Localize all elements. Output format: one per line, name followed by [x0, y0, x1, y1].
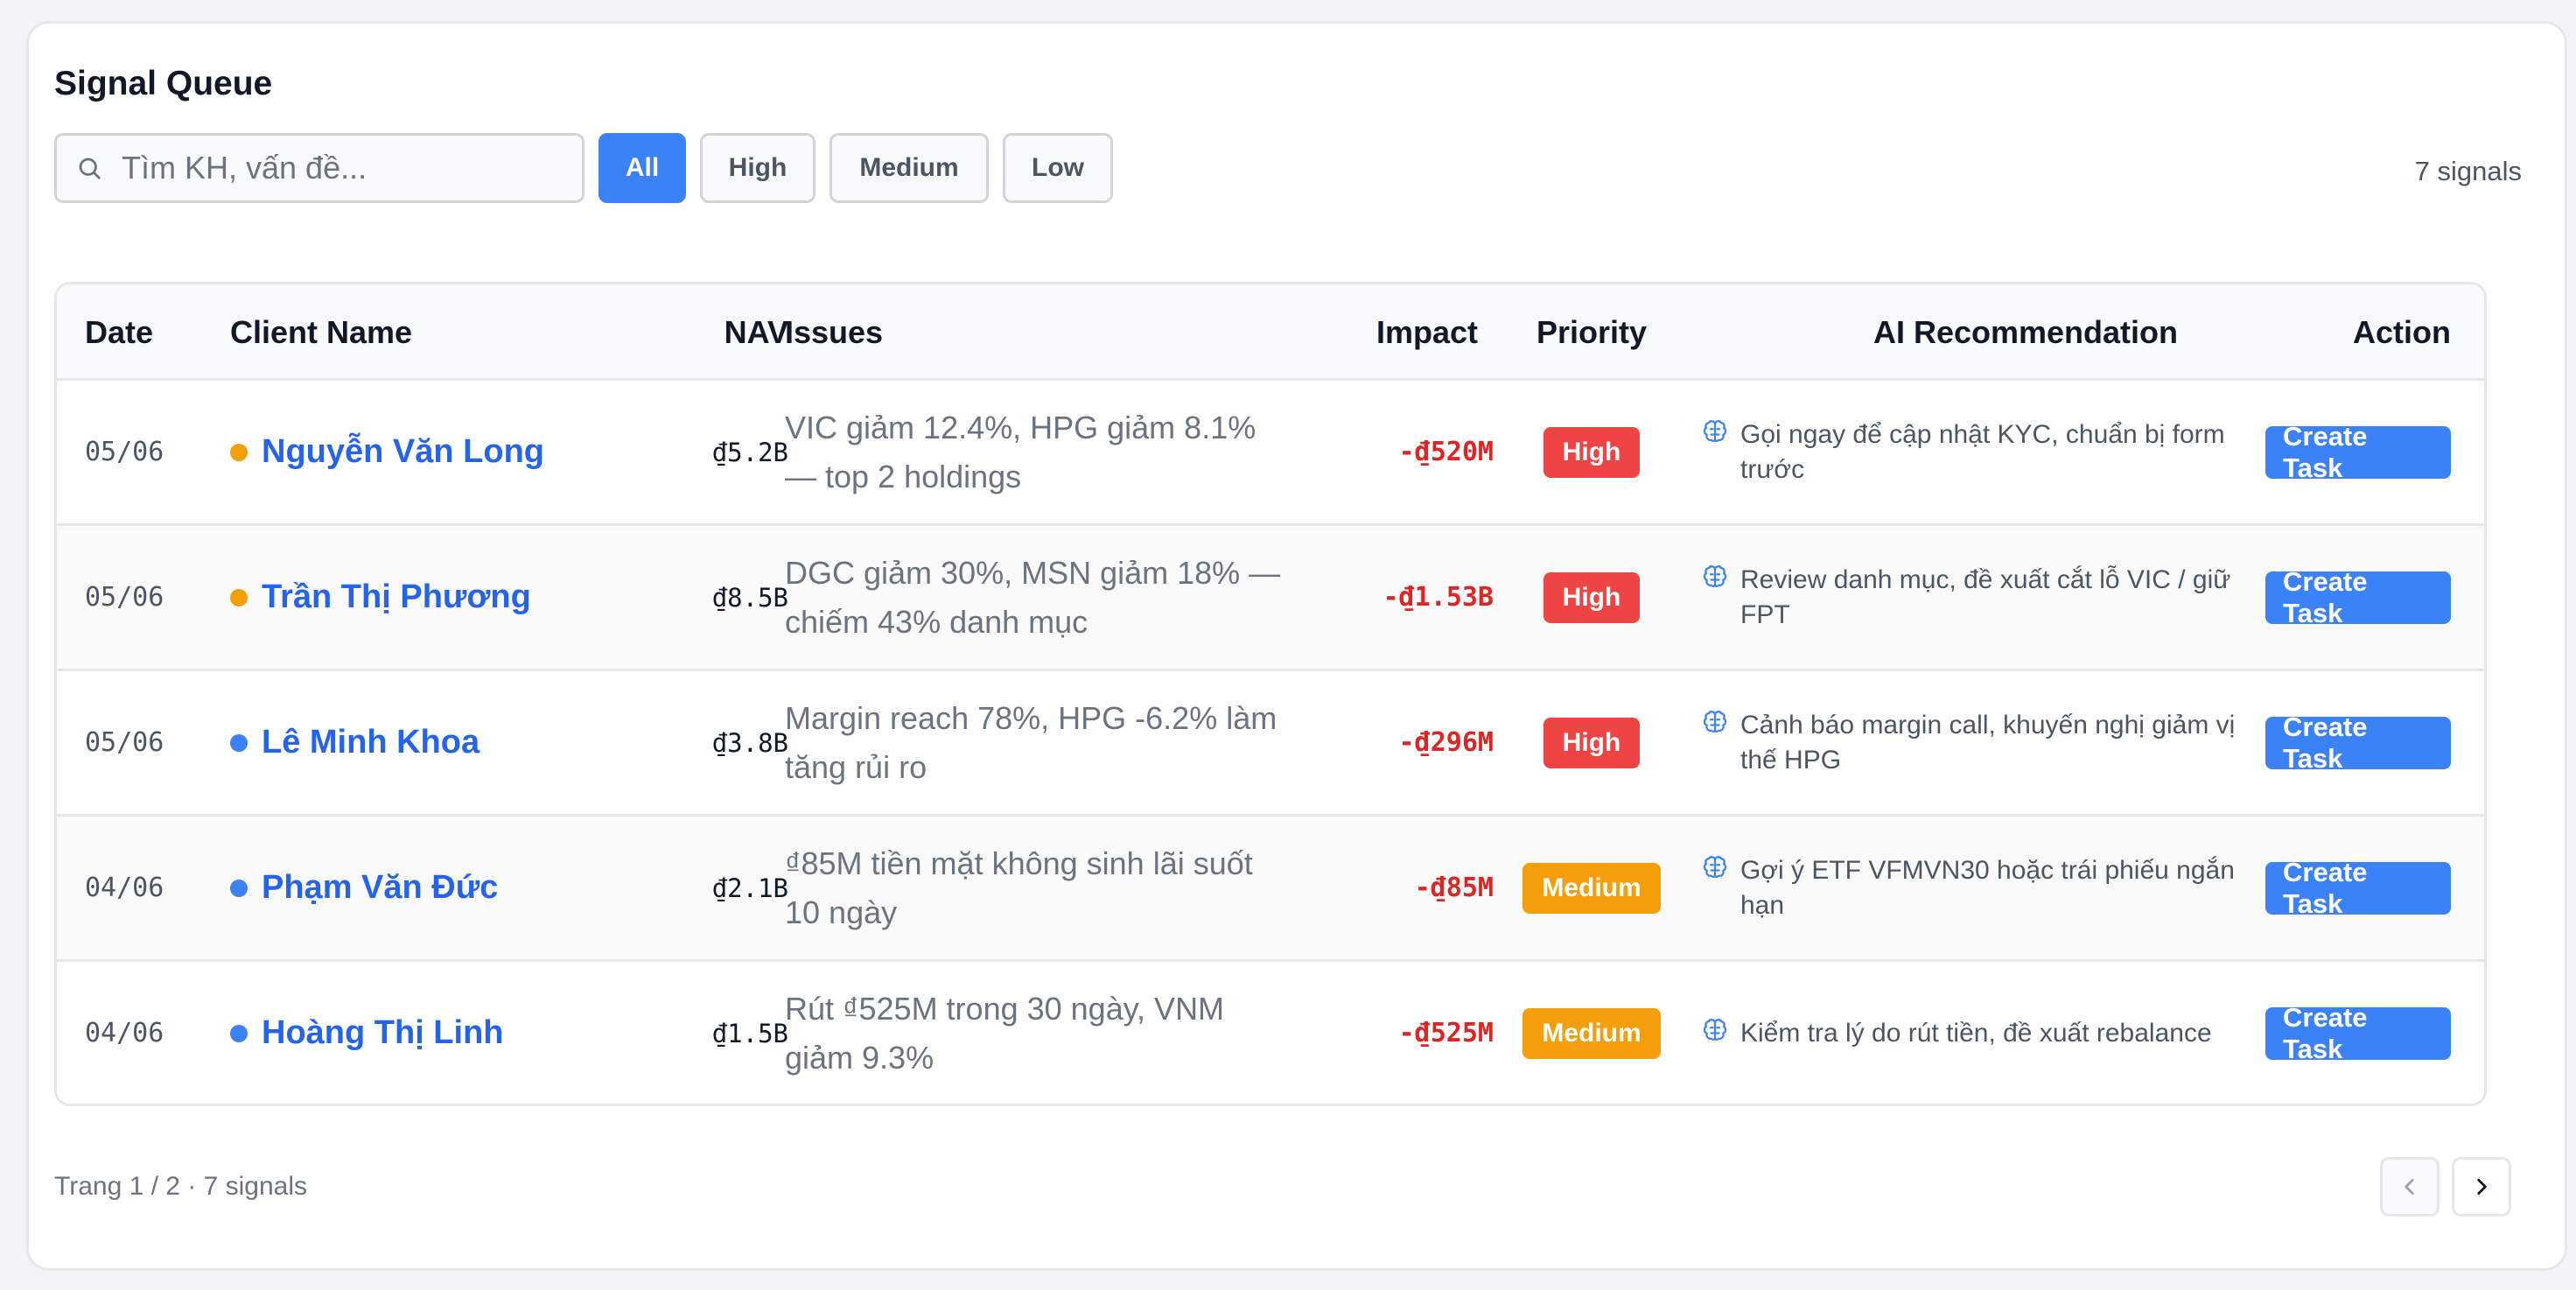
table-row: 05/06 Lê Minh Khoa ₫3.8B Margin reach 78…	[57, 671, 2484, 817]
row-nav: ₫8.5B	[711, 582, 788, 613]
row-priority: High	[1492, 381, 1691, 523]
row-priority: Medium	[1492, 817, 1691, 959]
table-row: 04/06 Phạm Văn Đức ₫2.1B ₫85M tiền mặt k…	[57, 817, 2484, 962]
priority-badge: Medium	[1522, 862, 1661, 914]
brain-icon	[1703, 855, 1727, 878]
brain-icon	[1703, 564, 1727, 587]
row-impact: -₫520M	[1398, 437, 1494, 467]
row-ai-recommendation: Cảnh báo margin call, khuyến nghị giảm v…	[1702, 671, 2244, 814]
row-impact: -₫1.53B	[1382, 582, 1494, 613]
pagination-info: Trang 1 / 2 · 7 signals	[54, 1172, 308, 1201]
signals-table: Date Client Name NAV Issues Impact Prior…	[54, 282, 2487, 1106]
brain-icon	[1703, 1018, 1727, 1041]
status-dot	[230, 588, 248, 606]
header-ai-recommendation: AI Recommendation	[1872, 314, 2179, 350]
row-client[interactable]: Hoàng Thị Linh	[230, 962, 504, 1104]
client-name-link[interactable]: Hoàng Thị Linh	[262, 1014, 504, 1052]
row-issues: ₫85M tiền mặt không sinh lãi suốt 10 ngà…	[785, 845, 1253, 930]
page-title: Signal Queue	[54, 65, 273, 102]
row-nav: ₫3.8B	[711, 727, 788, 758]
row-date: 05/06	[85, 727, 164, 758]
client-name-link[interactable]: Nguyễn Văn Long	[262, 433, 544, 471]
header-impact: Impact	[1376, 314, 1478, 350]
client-name-link[interactable]: Phạm Văn Đức	[262, 869, 498, 907]
priority-badge: High	[1543, 717, 1641, 768]
row-ai-recommendation: Gọi ngay để cập nhật KYC, chuẩn bị form …	[1702, 381, 2244, 523]
row-issues: VIC giảm 12.4%, HPG giảm 8.1% — top 2 ho…	[785, 409, 1256, 494]
row-date: 04/06	[85, 1018, 164, 1048]
row-action: Create Task	[2265, 381, 2451, 523]
row-ai-recommendation: Review danh mục, đề xuất cắt lỗ VIC / gi…	[1702, 526, 2244, 669]
header-client-name: Client Name	[230, 314, 413, 350]
client-name-link[interactable]: Trần Thị Phương	[262, 578, 531, 616]
row-client[interactable]: Nguyễn Văn Long	[230, 381, 544, 523]
row-ai-recommendation: Gợi ý ETF VFMVN30 hoặc trái phiếu ngắn h…	[1702, 817, 2244, 959]
header-priority: Priority	[1536, 314, 1648, 350]
row-client[interactable]: Lê Minh Khoa	[230, 671, 480, 814]
table-row: 05/06 Nguyễn Văn Long ₫5.2B VIC giảm 12.…	[57, 381, 2484, 526]
row-nav: ₫1.5B	[711, 1018, 788, 1048]
priority-badge: Medium	[1522, 1007, 1661, 1059]
row-impact: -₫296M	[1398, 727, 1494, 758]
row-action: Create Task	[2265, 526, 2451, 669]
ai-recommendation-text: Cảnh báo margin call, khuyến nghị giảm v…	[1740, 710, 2236, 775]
prev-page-button[interactable]	[2380, 1157, 2440, 1216]
row-client[interactable]: Phạm Văn Đức	[230, 817, 498, 959]
row-priority: High	[1492, 526, 1691, 669]
create-task-button[interactable]: Create Task	[2265, 566, 2451, 628]
header-date: Date	[85, 314, 154, 350]
table-row: 04/06 Hoàng Thị Linh ₫1.5B Rút ₫525M tro…	[57, 962, 2484, 1104]
header-action: Action	[2353, 314, 2451, 350]
priority-badge: High	[1543, 571, 1641, 623]
ai-recommendation-text: Kiểm tra lý do rút tiền, đề xuất rebalan…	[1740, 1018, 2212, 1048]
row-date: 04/06	[85, 873, 164, 903]
row-priority: Medium	[1492, 962, 1691, 1104]
create-task-button[interactable]: Create Task	[2265, 712, 2451, 774]
row-nav: ₫2.1B	[711, 873, 788, 903]
search-input-wrapper[interactable]	[54, 133, 584, 203]
chevron-left-icon	[2404, 1179, 2414, 1195]
row-nav: ₫5.2B	[711, 437, 788, 467]
row-priority: High	[1492, 671, 1691, 814]
row-issues: Rút ₫525M trong 30 ngày, VNM giảm 9.3%	[785, 990, 1225, 1076]
status-dot	[230, 879, 248, 897]
filter-low-button[interactable]: Low	[1003, 133, 1113, 203]
row-issues: DGC giảm 30%, MSN giảm 18% — chiếm 43% d…	[785, 554, 1281, 640]
row-client[interactable]: Trần Thị Phương	[230, 526, 531, 669]
row-date: 05/06	[85, 582, 164, 613]
row-issues: Margin reach 78%, HPG -6.2% làm tăng rủi…	[785, 699, 1278, 785]
priority-badge: High	[1543, 426, 1641, 478]
filter-medium-button[interactable]: Medium	[830, 133, 989, 203]
row-action: Create Task	[2265, 962, 2451, 1104]
create-task-button[interactable]: Create Task	[2265, 1002, 2451, 1064]
create-task-button[interactable]: Create Task	[2265, 857, 2451, 919]
ai-recommendation-text: Review danh mục, đề xuất cắt lỗ VIC / gi…	[1740, 564, 2231, 629]
next-page-button[interactable]	[2452, 1157, 2511, 1216]
ai-recommendation-text: Gọi ngay để cập nhật KYC, chuẩn bị form …	[1740, 419, 2225, 484]
row-ai-recommendation: Kiểm tra lý do rút tiền, đề xuất rebalan…	[1702, 962, 2244, 1104]
row-action: Create Task	[2265, 817, 2451, 959]
search-input[interactable]	[120, 149, 561, 187]
signal-count: 7 signals	[2414, 156, 2522, 186]
row-impact: -₫525M	[1398, 1018, 1494, 1048]
row-action: Create Task	[2265, 671, 2451, 814]
client-name-link[interactable]: Lê Minh Khoa	[262, 724, 480, 761]
filter-all-button[interactable]: All	[598, 133, 686, 203]
status-dot	[230, 733, 248, 752]
row-impact: -₫85M	[1414, 873, 1494, 903]
table-row: 05/06 Trần Thị Phương ₫8.5B DGC giảm 30%…	[57, 526, 2484, 671]
status-dot	[230, 443, 248, 461]
brain-icon	[1703, 419, 1727, 442]
brain-icon	[1703, 710, 1727, 733]
status-dot	[230, 1024, 248, 1042]
header-nav: NAV	[724, 314, 788, 350]
header-issues: Issues	[785, 314, 884, 350]
chevron-right-icon	[2477, 1179, 2487, 1195]
create-task-button[interactable]: Create Task	[2265, 421, 2451, 483]
search-icon	[79, 158, 101, 179]
row-date: 05/06	[85, 437, 164, 467]
ai-recommendation-text: Gợi ý ETF VFMVN30 hoặc trái phiếu ngắn h…	[1740, 855, 2235, 920]
filter-high-button[interactable]: High	[700, 133, 816, 203]
table-header: Date Client Name NAV Issues Impact Prior…	[57, 284, 2484, 381]
